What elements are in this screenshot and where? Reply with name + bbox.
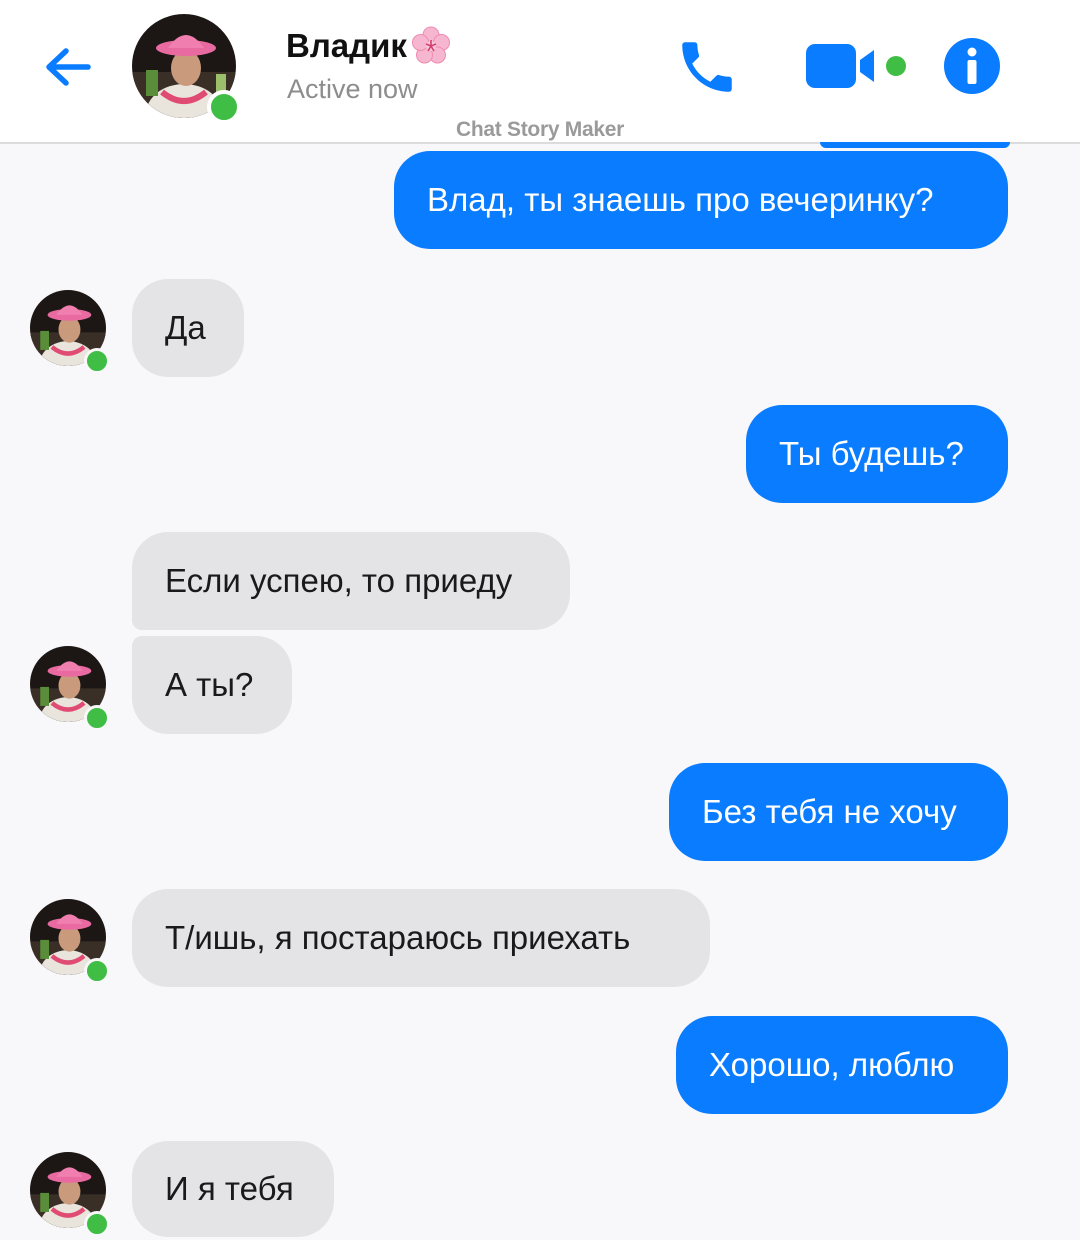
incoming-message[interactable]: А ты? [132,636,292,734]
video-call-button[interactable] [804,38,914,94]
back-button[interactable] [40,40,96,96]
incoming-message[interactable]: Да [132,279,244,377]
contact-name[interactable]: Владик [286,26,451,66]
outgoing-message[interactable]: Влад, ты знаешь про вечеринку? [394,151,1008,249]
outgoing-message[interactable]: Хорошо, люблю [676,1016,1008,1114]
contact-name-text: Владик [286,27,407,64]
online-status-dot [84,348,110,374]
outgoing-message[interactable]: Ты будешь? [746,405,1008,503]
incoming-message[interactable]: И я тебя [132,1141,334,1237]
video-camera-icon [806,44,906,88]
online-status-dot [84,1211,110,1237]
incoming-message[interactable]: Т/ишь, я постараюсь приехать [132,889,710,987]
incoming-message[interactable]: Если успею, то приеду [132,532,570,630]
call-button[interactable] [674,34,740,100]
phone-icon [682,42,732,92]
info-icon [944,38,1000,94]
online-status-dot [84,705,110,731]
watermark: Chat Story Maker [456,118,624,141]
outgoing-message[interactable]: Без тебя не хочу [669,763,1008,861]
arrow-left-icon [46,48,91,86]
contact-status: Active now [287,74,418,104]
partial-message-bubble [820,142,1010,148]
cherry-blossom-icon [411,26,450,64]
online-status-dot [84,958,110,984]
info-button[interactable] [942,36,1002,96]
